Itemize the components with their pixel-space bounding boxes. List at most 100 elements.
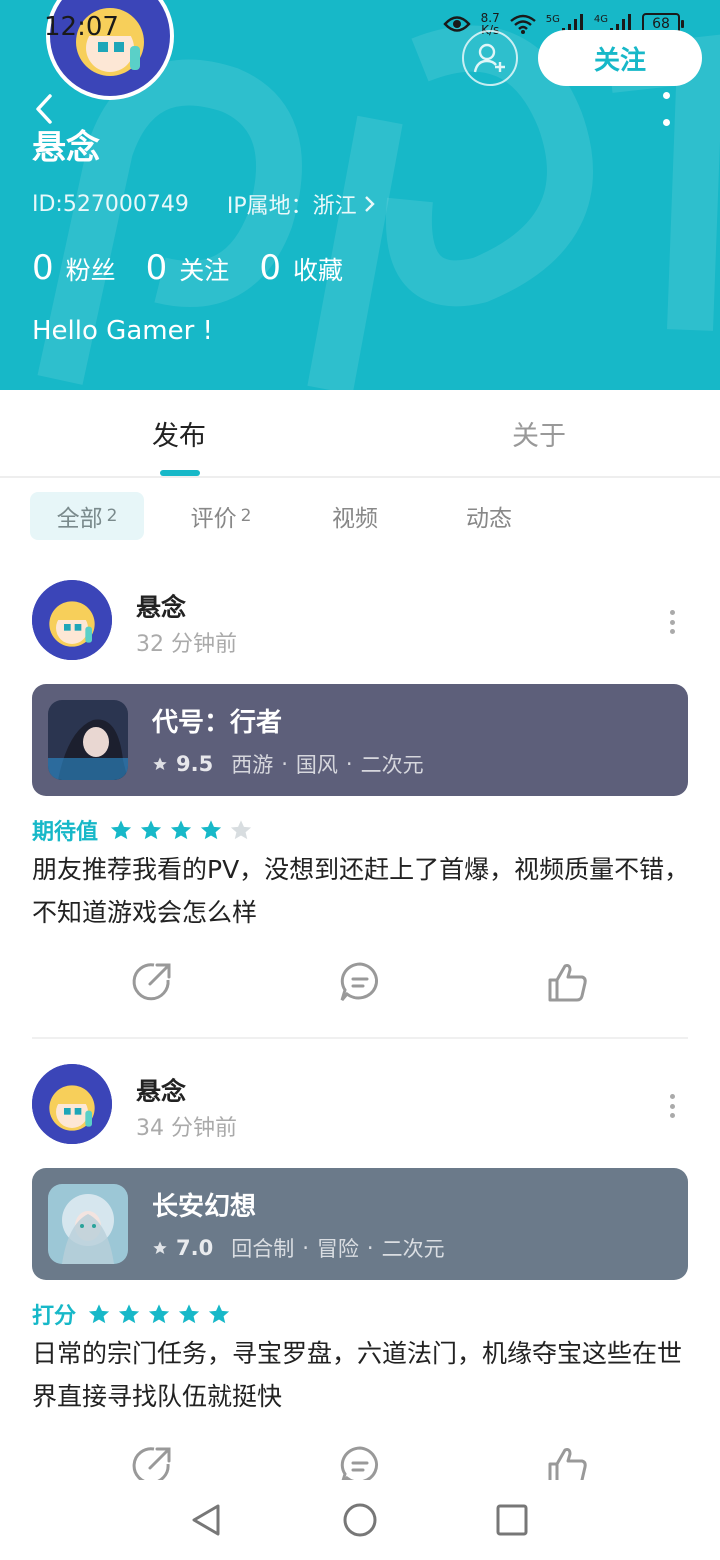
- post-menu-button[interactable]: [666, 610, 678, 634]
- filter-all[interactable]: 全部 2: [30, 492, 144, 540]
- rating-label: 期待值: [32, 820, 99, 845]
- game-tag: 二次元: [381, 1236, 445, 1261]
- post-item: 悬念 34 分钟前 长安幻想 7.0 回合制 · 冒险 · 二次元 打分 日常的…: [0, 1064, 720, 1480]
- dot: [662, 119, 670, 126]
- user-id: ID:527000749: [32, 191, 189, 217]
- nav-back-button[interactable]: [188, 1502, 224, 1538]
- comment-icon: [340, 962, 379, 1001]
- add-user-icon: [473, 43, 505, 73]
- more-options-button[interactable]: [656, 92, 676, 126]
- stat-number: 0: [145, 248, 168, 288]
- tab-about[interactable]: 关于: [512, 414, 566, 453]
- thumbs-up-icon: [548, 964, 587, 1002]
- profile-id-row: ID:527000749 IP属地：浙江: [32, 188, 375, 220]
- post-author: 悬念: [136, 1077, 187, 1106]
- filter-label: 视频: [332, 506, 378, 532]
- follow-button[interactable]: 关注: [538, 30, 702, 86]
- circle-home-icon: [343, 1503, 377, 1537]
- nav-recents-button[interactable]: [494, 1502, 530, 1538]
- triangle-back-icon: [192, 1504, 220, 1536]
- star-icon: [153, 1240, 167, 1254]
- post-avatar[interactable]: [32, 580, 112, 660]
- dot: [669, 1094, 675, 1099]
- chevron-right-icon: [364, 196, 375, 212]
- share-icon: [132, 963, 171, 1001]
- tab-posts[interactable]: 发布: [152, 414, 206, 453]
- profile-bio: Hello Gamer !: [32, 316, 213, 346]
- post-rating: 打分: [32, 1298, 230, 1330]
- post-menu-button[interactable]: [666, 1094, 678, 1118]
- post-rating: 期待值: [32, 814, 252, 846]
- stat-label: 粉丝: [65, 256, 116, 285]
- game-card[interactable]: 代号：行者 9.5 西游 · 国风 · 二次元: [32, 684, 688, 796]
- filter-videos[interactable]: 视频: [298, 492, 412, 540]
- stat-label: 关注: [179, 256, 230, 285]
- game-card[interactable]: 长安幻想 7.0 回合制 · 冒险 · 二次元: [32, 1168, 688, 1280]
- star-icon: [118, 1304, 140, 1324]
- filter-count: 2: [106, 506, 118, 526]
- game-art-icon: [48, 700, 128, 780]
- stat-label: 收藏: [292, 256, 343, 285]
- filter-moments[interactable]: 动态: [412, 492, 566, 540]
- star-icon: [170, 820, 192, 840]
- game-info: 代号：行者 9.5 西游 · 国风 · 二次元: [152, 702, 424, 779]
- profile-name: 悬念: [32, 128, 100, 168]
- game-meta: 7.0 回合制 · 冒险 · 二次元: [152, 1233, 445, 1263]
- game-meta: 9.5 西游 · 国风 · 二次元: [152, 749, 424, 779]
- post-time: 32 分钟前: [136, 632, 237, 657]
- eye-icon: [443, 16, 471, 32]
- game-art-icon: [48, 1184, 128, 1264]
- star-icon: [230, 820, 252, 840]
- rating-stars: [110, 819, 252, 841]
- like-button[interactable]: [546, 960, 590, 1004]
- add-friend-button[interactable]: [462, 30, 518, 86]
- star-icon: [200, 820, 222, 840]
- game-tag: 冒险: [316, 1236, 359, 1261]
- rating-label: 打分: [32, 1304, 77, 1329]
- game-tag: 国风: [295, 752, 338, 777]
- game-score: 7.0: [176, 1235, 214, 1260]
- dot: [669, 1113, 675, 1118]
- post-avatar[interactable]: [32, 1064, 112, 1144]
- net1-label: 5G: [545, 14, 560, 25]
- profile-stats: 0 粉丝 0 关注 0 收藏: [32, 248, 343, 288]
- filter-chips: 全部 2 评价 2 视频 动态: [30, 492, 566, 540]
- star-icon: [208, 1304, 230, 1324]
- share-button[interactable]: [130, 1444, 174, 1480]
- comment-button[interactable]: [338, 960, 382, 1004]
- stat-number: 0: [259, 248, 281, 288]
- stat-following[interactable]: 0 关注: [146, 248, 230, 288]
- game-icon: [48, 1184, 128, 1264]
- nav-home-button[interactable]: [342, 1502, 378, 1538]
- game-score: 9.5: [176, 751, 214, 776]
- tag-separator: ·: [366, 1235, 374, 1260]
- stat-fans[interactable]: 0 粉丝: [32, 248, 116, 288]
- dot: [669, 1103, 675, 1109]
- filter-label: 全部: [56, 506, 103, 532]
- filter-label: 评价: [190, 506, 237, 532]
- tab-indicator: [160, 470, 200, 476]
- game-icon: [48, 700, 128, 780]
- dot: [669, 629, 675, 634]
- wifi-icon: [509, 14, 536, 34]
- star-icon: [88, 1304, 110, 1324]
- game-title: 长安幻想: [152, 1191, 257, 1222]
- dot: [669, 619, 675, 625]
- thumbs-up-icon: [548, 1448, 587, 1480]
- dot: [669, 610, 675, 615]
- status-time: 12:07: [44, 12, 119, 42]
- comment-icon: [340, 1446, 379, 1480]
- game-tag: 二次元: [360, 752, 424, 777]
- system-nav-bar: [0, 1480, 720, 1560]
- post-item: 悬念 32 分钟前 代号：行者 9.5 西游 · 国风 · 二次元 期待值 朋友…: [0, 580, 720, 1040]
- filter-count: 2: [240, 506, 252, 526]
- like-button[interactable]: [546, 1444, 590, 1480]
- share-button[interactable]: [130, 960, 174, 1004]
- avatar-character-icon: [32, 1064, 112, 1144]
- ip-location[interactable]: IP属地：浙江: [227, 188, 375, 220]
- avatar-character-icon: [32, 580, 112, 660]
- rating-stars: [88, 1303, 230, 1325]
- comment-button[interactable]: [338, 1444, 382, 1480]
- filter-reviews[interactable]: 评价 2: [144, 492, 298, 540]
- stat-favorites[interactable]: 0 收藏: [259, 248, 343, 288]
